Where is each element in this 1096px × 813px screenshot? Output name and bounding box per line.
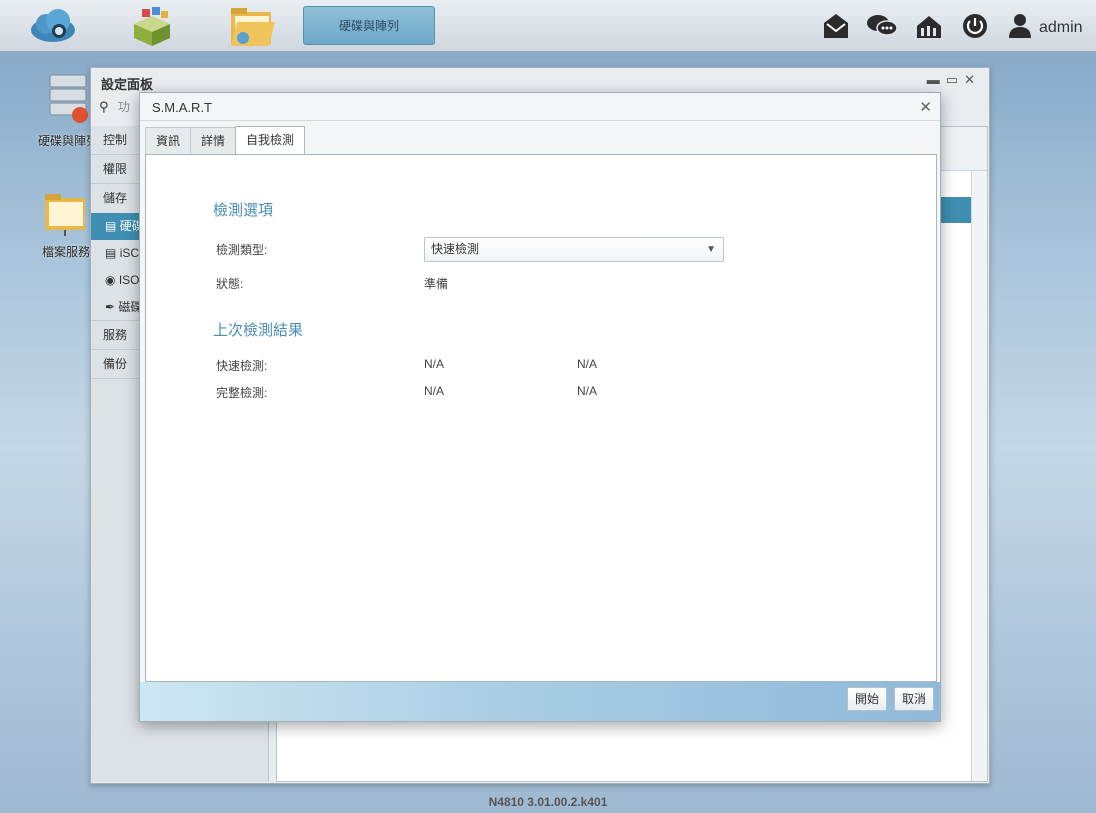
sidebar-subitem-label: ISO — [118, 273, 140, 287]
search-placeholder: 功 — [117, 100, 130, 114]
user-icon[interactable] — [1008, 12, 1032, 40]
disk-array-icon — [49, 74, 88, 123]
iscsi-icon: ▤ — [105, 246, 117, 260]
vertical-scrollbar[interactable] — [971, 171, 987, 781]
full-test-label: 完整檢測: — [216, 386, 268, 400]
full-test-time: N/A — [577, 384, 598, 398]
dialog-title: S.M.A.R.T — [152, 100, 212, 115]
test-type-value: 快速檢測 — [431, 242, 480, 256]
broom-icon: ✒ — [105, 300, 116, 314]
quick-test-time: N/A — [577, 357, 598, 371]
mail-icon[interactable] — [822, 12, 850, 40]
minimize-icon[interactable]: ▬ — [927, 72, 946, 87]
search-icon: ⚲ — [99, 99, 109, 114]
disk-icon: ▤ — [105, 219, 117, 233]
test-type-select[interactable]: 快速檢測 ▼ — [424, 237, 724, 262]
taskbar: 硬碟與陣列 admin — [0, 0, 1096, 52]
active-task-button[interactable]: 硬碟與陣列 — [303, 6, 435, 45]
file-service-icon — [45, 194, 85, 236]
self-test-panel: 檢測選項 檢測類型: 快速檢測 ▼ 狀態: 準備 上次檢測結果 快速檢測: N/… — [145, 154, 937, 682]
full-test-result: N/A — [424, 384, 445, 398]
status-value: 準備 — [424, 277, 449, 291]
firmware-version: N4810 3.01.00.2.k401 — [488, 795, 608, 809]
maximize-icon[interactable]: ▭ — [946, 72, 964, 87]
close-icon[interactable]: ✕ — [964, 72, 981, 87]
quick-test-label: 快速檢測: — [216, 359, 268, 373]
smart-dialog: S.M.A.R.T ✕ 資訊 詳情 自我檢測 檢測選項 檢測類型: 快速檢測 ▼ 狀… — [139, 92, 941, 722]
tab-info[interactable]: 資訊 — [145, 127, 192, 155]
network-icon[interactable] — [915, 12, 943, 40]
status-label: 狀態: — [216, 277, 244, 291]
dialog-footer: 開始 取消 — [140, 682, 940, 721]
dialog-header: S.M.A.R.T ✕ — [140, 93, 940, 121]
iso-icon: ◉ — [105, 273, 116, 287]
window-controls: ▬▭✕ — [927, 72, 981, 88]
test-options-heading: 檢測選項 — [213, 202, 274, 219]
cancel-button[interactable]: 取消 — [894, 687, 935, 711]
app-store-icon[interactable] — [128, 6, 176, 46]
username-label[interactable]: admin — [1039, 19, 1083, 37]
start-button[interactable]: 開始 — [847, 687, 888, 711]
last-results-heading: 上次檢測結果 — [213, 322, 304, 339]
file-folder-icon[interactable] — [229, 6, 275, 46]
chat-icon[interactable] — [866, 12, 898, 40]
dropdown-arrow-icon: ▼ — [706, 244, 716, 255]
cloud-logo-icon[interactable] — [28, 6, 78, 46]
tab-details[interactable]: 詳情 — [190, 127, 237, 155]
close-icon[interactable]: ✕ — [919, 98, 932, 116]
settings-title: 設定面板 — [101, 77, 154, 92]
quick-test-result: N/A — [424, 357, 445, 371]
tab-self-test[interactable]: 自我檢測 — [235, 126, 306, 155]
test-type-label: 檢測類型: — [216, 243, 268, 257]
dialog-tabs: 資訊 詳情 自我檢測 — [145, 126, 306, 155]
power-icon[interactable] — [961, 12, 989, 40]
